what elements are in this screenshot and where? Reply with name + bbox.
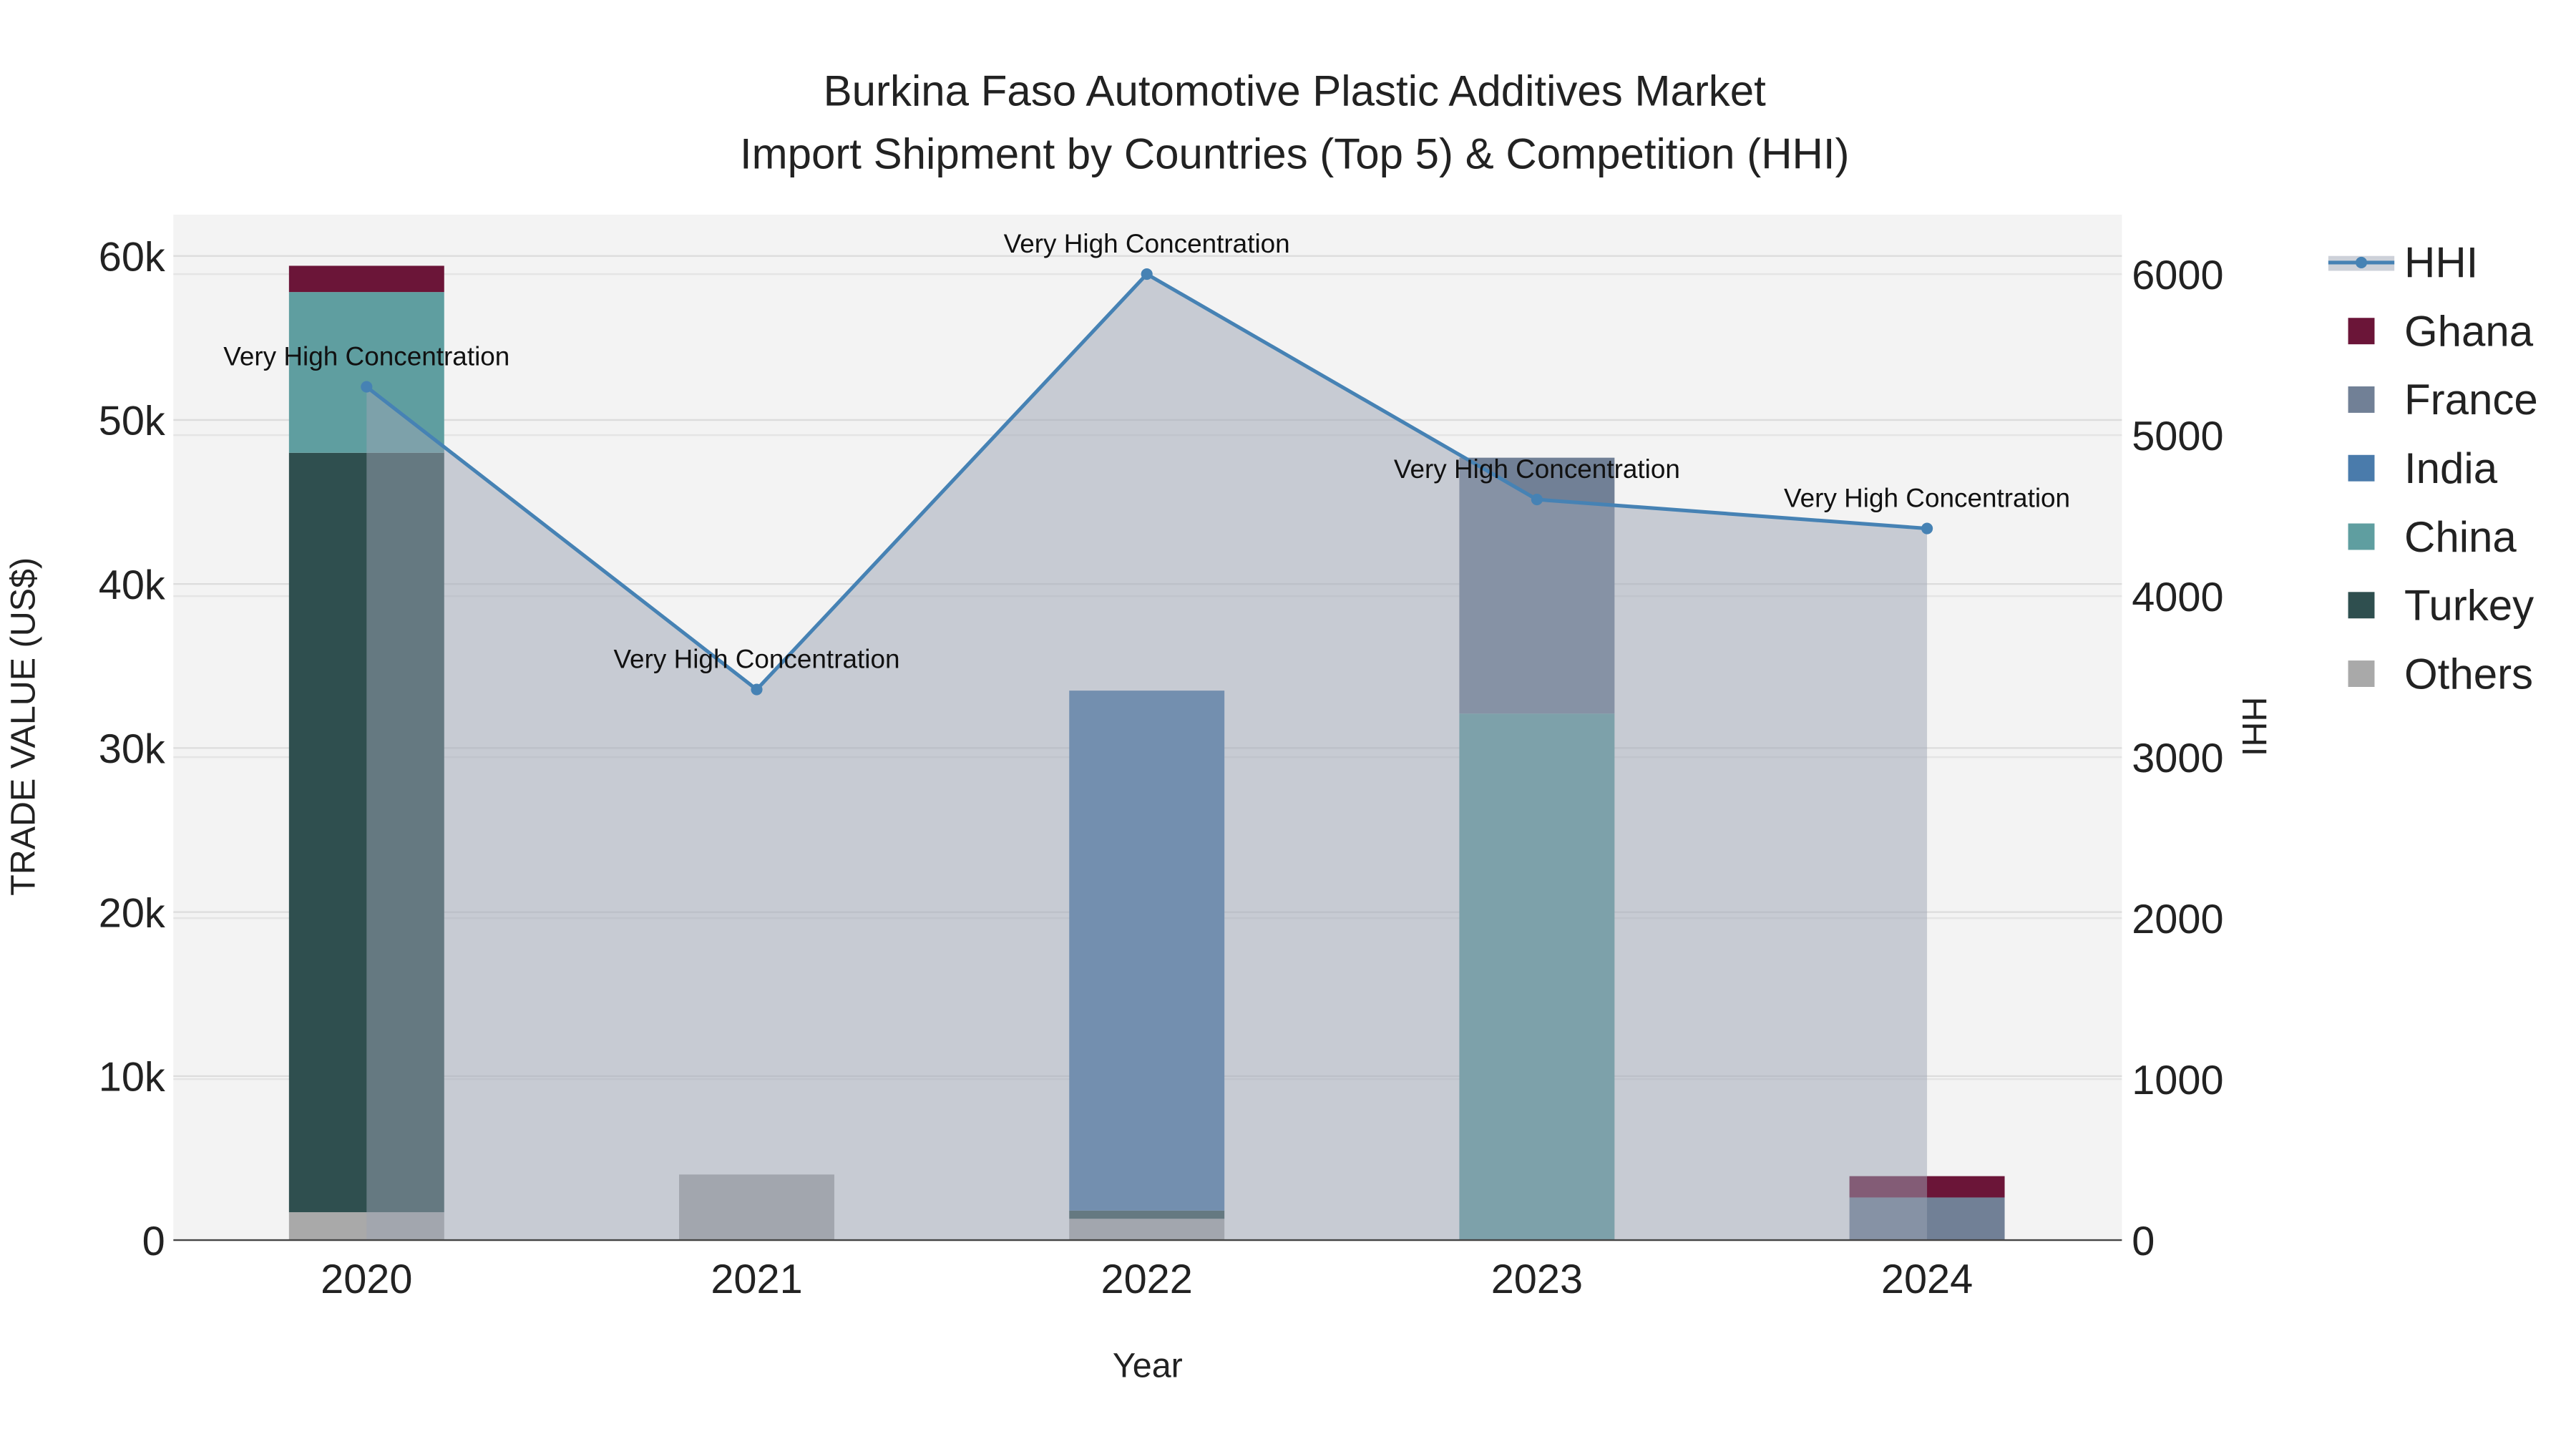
y-tick-label: 30k [99,726,165,772]
y-tick-label: 40k [99,562,165,608]
legend-swatch-india [2348,454,2375,482]
hhi-point-2023 [1531,494,1543,506]
legend-swatch-china [2348,523,2375,550]
y2-tick-label: 0 [2132,1219,2155,1264]
x-tick-label: 2023 [1491,1257,1583,1302]
legend-label-ghana: Ghana [2404,307,2534,355]
legend-label-india: India [2404,444,2498,492]
hhi-point-2024 [1921,522,1933,535]
legend-swatch-france [2348,386,2375,413]
legend-swatch-others [2348,660,2375,687]
hhi-annotation-2022: Very High Concentration [1004,229,1290,258]
legend-label-china: China [2404,513,2517,561]
legend-label-france: France [2404,376,2538,424]
y-tick-label: 60k [99,234,165,280]
legend-label-others: Others [2404,650,2533,698]
y-tick-label: 50k [99,399,165,444]
x-axis-label: Year [1113,1347,1183,1385]
x-tick-label: 2022 [1101,1257,1193,1302]
legend-label-turkey: Turkey [2404,582,2534,630]
y2-tick-label: 2000 [2132,897,2223,942]
y-tick-label: 10k [99,1055,165,1101]
y2-axis-label: HHI [2235,697,2273,756]
y-axis-label: TRADE VALUE (US$) [4,557,42,896]
legend-marker-hhi [2355,256,2368,268]
hhi-point-2020 [361,381,373,393]
x-tick-label: 2024 [1881,1257,1973,1302]
chart-title-line2: Import Shipment by Countries (Top 5) & C… [740,130,1850,177]
y-tick-label: 0 [142,1219,165,1264]
hhi-point-2022 [1141,268,1153,280]
legend-swatch-ghana [2348,318,2375,345]
y2-tick-label: 4000 [2132,575,2223,620]
legend-swatch-turkey [2348,592,2375,619]
x-tick-label: 2020 [321,1257,412,1302]
hhi-annotation-2021: Very High Concentration [613,645,899,674]
y-tick-label: 20k [99,890,165,936]
legend-label-hhi: HHI [2404,239,2478,287]
y2-tick-label: 5000 [2132,414,2223,459]
legend: HHI Ghana France India China Turkey Others [2328,239,2538,698]
chart: Very High Concentration Very High Concent… [4,67,2538,1385]
hhi-point-2021 [751,683,763,696]
x-tick-label: 2021 [711,1257,802,1302]
bar-ghana-2020 [288,265,444,293]
hhi-annotation-2024: Very High Concentration [1784,484,2070,513]
chart-title-line1: Burkina Faso Automotive Plastic Additive… [824,67,1767,115]
hhi-annotation-2020: Very High Concentration [223,342,509,371]
hhi-annotation-2023: Very High Concentration [1394,454,1680,484]
y2-tick-label: 3000 [2132,736,2223,781]
y2-tick-label: 6000 [2132,253,2223,298]
y2-tick-label: 1000 [2132,1058,2223,1103]
